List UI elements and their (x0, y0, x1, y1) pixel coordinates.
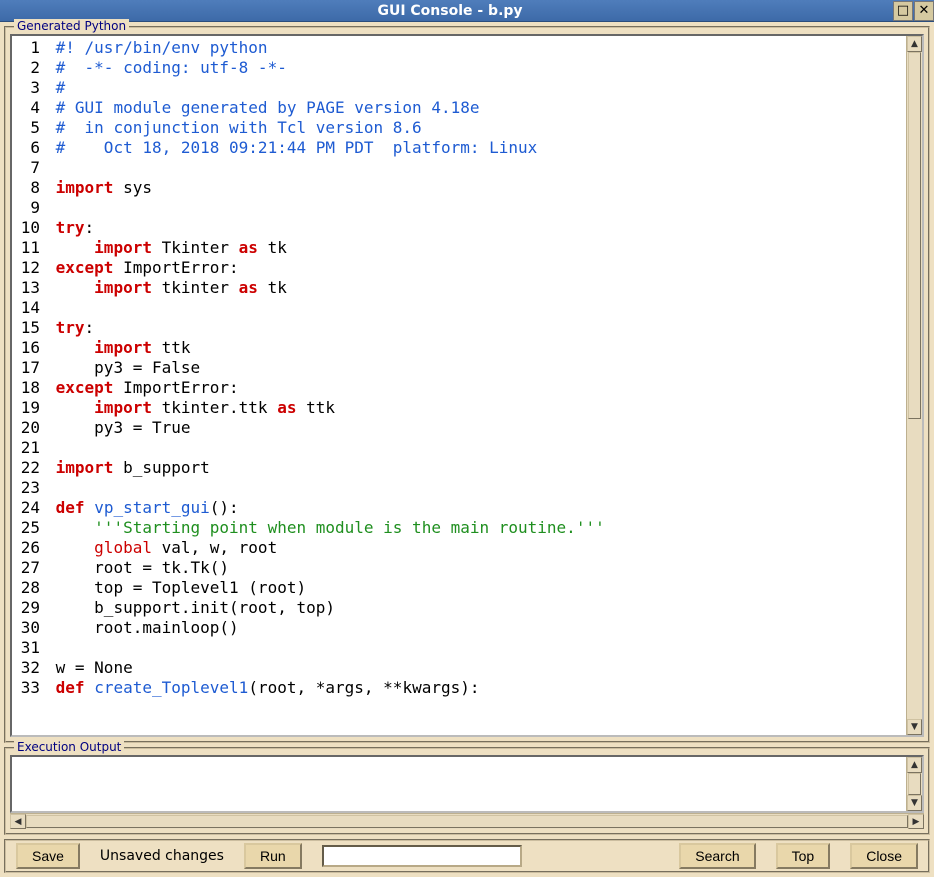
close-button[interactable]: Close (850, 843, 918, 869)
output-scroll-thumb[interactable] (908, 773, 921, 795)
scroll-up-arrow-icon[interactable]: ▲ (907, 757, 922, 773)
execution-output-frame: Execution Output ▲ ▼ ◀ ▶ (4, 747, 930, 835)
close-icon: ✕ (919, 3, 930, 18)
output-horizontal-scrollbar[interactable]: ◀ ▶ (10, 813, 924, 829)
code-scroll-thumb[interactable] (908, 52, 921, 419)
code-vertical-scrollbar[interactable]: ▲ ▼ (906, 36, 922, 735)
output-hscroll-thumb[interactable] (26, 815, 908, 828)
window-title: GUI Console - b.py (8, 3, 892, 19)
top-button[interactable]: Top (776, 843, 831, 869)
status-label: Unsaved changes (100, 848, 224, 864)
scroll-left-arrow-icon[interactable]: ◀ (10, 814, 26, 829)
window-close-button[interactable]: ✕ (914, 1, 934, 21)
scroll-down-arrow-icon[interactable]: ▼ (907, 795, 922, 811)
output-text-area[interactable]: ▲ ▼ (10, 755, 924, 813)
generated-python-label: Generated Python (14, 19, 129, 33)
save-button[interactable]: Save (16, 843, 80, 869)
code-text-area[interactable]: 1 #! /usr/bin/env python 2 # -*- coding:… (10, 34, 924, 737)
maximize-icon: □ (897, 3, 909, 18)
scroll-down-arrow-icon[interactable]: ▼ (907, 719, 922, 735)
bottom-button-bar: Save Unsaved changes Run Search Top Clos… (4, 839, 930, 873)
run-button[interactable]: Run (244, 843, 302, 869)
scroll-right-arrow-icon[interactable]: ▶ (908, 814, 924, 829)
search-button[interactable]: Search (679, 843, 755, 869)
window-titlebar: GUI Console - b.py □ ✕ (0, 0, 934, 22)
generated-python-frame: Generated Python 1 #! /usr/bin/env pytho… (4, 26, 930, 743)
maximize-button[interactable]: □ (893, 1, 913, 21)
output-vertical-scrollbar[interactable]: ▲ ▼ (906, 757, 922, 811)
execution-output-label: Execution Output (14, 740, 124, 754)
search-input[interactable] (322, 845, 522, 867)
scroll-up-arrow-icon[interactable]: ▲ (907, 36, 922, 52)
